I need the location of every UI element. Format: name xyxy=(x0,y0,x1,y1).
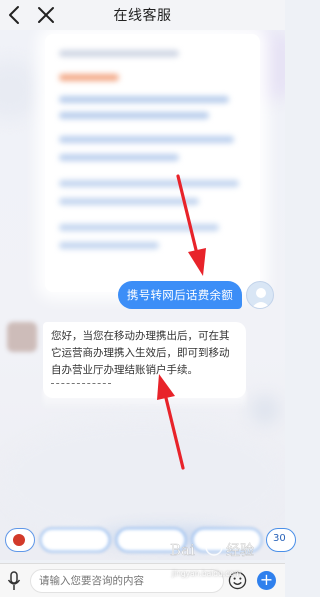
incoming-message-fade xyxy=(43,390,246,410)
agent-avatar xyxy=(7,322,37,352)
microphone-icon[interactable] xyxy=(7,571,21,591)
quick-reply-chip[interactable]: 30 xyxy=(266,528,296,552)
back-icon[interactable] xyxy=(6,5,24,25)
quick-reply-chip[interactable] xyxy=(5,528,35,552)
previous-message-card xyxy=(45,34,260,292)
close-icon[interactable] xyxy=(36,5,56,25)
divider xyxy=(51,383,111,384)
quick-reply-chip[interactable] xyxy=(116,528,186,552)
quick-reply-chip[interactable] xyxy=(40,528,110,552)
input-bar: + xyxy=(0,563,285,597)
outgoing-message: 携号转网后话费余额 xyxy=(118,281,242,309)
outgoing-message-text: 携号转网后话费余额 xyxy=(126,288,234,302)
flower-icon xyxy=(13,534,25,546)
incoming-message: 您好，当您在移动办理携出后，可在其它运营商办理携入生效后，即可到移动自办营业厅办… xyxy=(43,322,246,398)
header: 在线客服 xyxy=(0,0,285,30)
quick-reply-chip[interactable] xyxy=(192,528,262,552)
message-input[interactable] xyxy=(30,569,224,593)
quick-reply-row: 30 xyxy=(0,524,296,556)
user-avatar xyxy=(246,281,274,309)
incoming-message-text: 您好，当您在移动办理携出后，可在其它运营商办理携入生效后，即可到移动自办营业厅办… xyxy=(51,330,230,376)
plus-icon[interactable]: + xyxy=(257,571,276,590)
page-title: 在线客服 xyxy=(113,8,172,24)
quick-reply-label: 30 xyxy=(273,533,286,544)
emoji-icon[interactable] xyxy=(228,571,247,590)
